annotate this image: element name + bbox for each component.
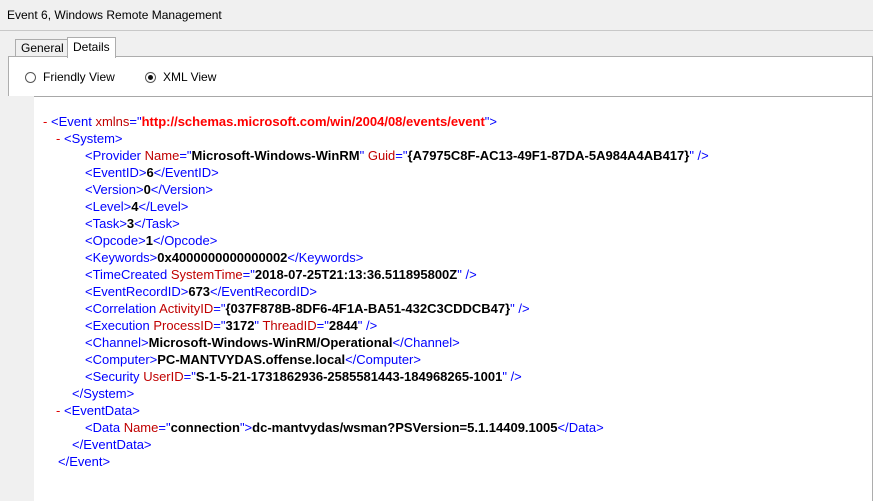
xml-level-line: <Level>4</Level> [85,199,189,214]
xml-task-line: <Task>3</Task> [85,216,180,231]
xml-view-label: XML View [163,70,217,84]
window-title: Event 6, Windows Remote Management [7,8,222,22]
xml-view-pane[interactable]: - <Event xmlns="http://schemas.microsoft… [34,96,873,501]
xml-timecreated-line: <TimeCreated SystemTime="2018-07-25T21:1… [85,267,477,282]
friendly-view-option[interactable]: Friendly View [25,69,115,85]
xml-data-line: <Data Name="connection">dc-mantvydas/wsm… [85,420,604,435]
collapse-event-toggle[interactable]: - [43,114,47,129]
xml-computer-line: <Computer>PC-MANTVYDAS.offense.local</Co… [85,352,421,367]
xml-eventid-line: <EventID>6</EventID> [85,165,219,180]
xml-keywords-line: <Keywords>0x4000000000000002</Keywords> [85,250,364,265]
xml-opcode-line: <Opcode>1</Opcode> [85,233,218,248]
xml-event-open-line: - <Event xmlns="http://schemas.microsoft… [43,114,498,129]
xml-system-close-line: </System> [72,386,135,401]
collapse-eventdata-toggle[interactable]: - [56,403,60,418]
xml-eventdata-open-line: - <EventData> [56,403,140,418]
xml-gutter [8,96,34,501]
xml-execution-line: <Execution ProcessID="3172" ThreadID="28… [85,318,378,333]
xml-correlation-line: <Correlation ActivityID="{037F878B-8DF6-… [85,301,530,316]
xml-provider-line: <Provider Name="Microsoft-Windows-WinRM"… [85,148,709,163]
xml-eventdata-close-line: </EventData> [72,437,152,452]
xml-eventrecordid-line: <EventRecordID>673</EventRecordID> [85,284,318,299]
window-titlebar: Event 6, Windows Remote Management [0,0,873,31]
xml-channel-line: <Channel>Microsoft-Windows-WinRM/Operati… [85,335,460,350]
xml-view-radio[interactable] [145,71,156,83]
xml-security-line: <Security UserID="S-1-5-21-1731862936-25… [85,369,522,384]
collapse-system-toggle[interactable]: - [56,131,60,146]
friendly-view-label: Friendly View [43,70,115,84]
xml-system-open-line: - <System> [56,131,123,146]
xml-event-close-line: </Event> [58,454,111,469]
xml-version-line: <Version>0</Version> [85,182,213,197]
tab-general[interactable]: General [15,39,70,57]
friendly-view-radio[interactable] [25,71,36,83]
tab-details[interactable]: Details [67,37,116,58]
xml-view-option[interactable]: XML View [145,69,216,85]
xmlns-value: http://schemas.microsoft.com/win/2004/08… [141,114,485,129]
